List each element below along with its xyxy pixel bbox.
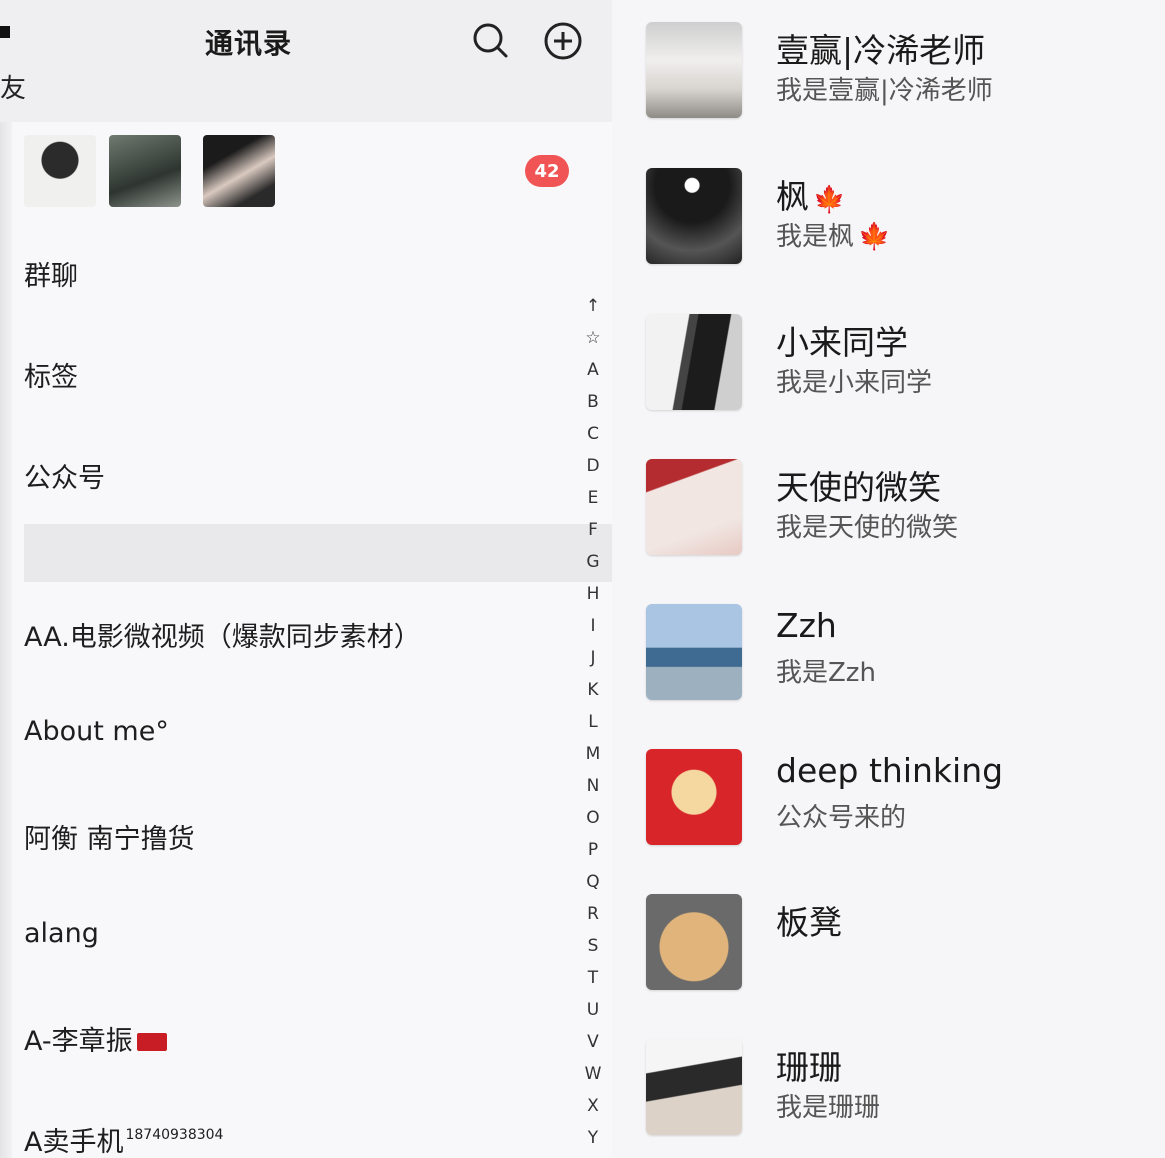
contact-subtitle: 我是Zzh (776, 658, 876, 688)
alphabet-index-letter[interactable]: P (588, 834, 598, 866)
contact-item[interactable]: alang (24, 918, 99, 949)
contact-subtitle: 我是壹赢|冷浠老师 (776, 76, 993, 106)
alphabet-index[interactable]: ↑ ☆ A B C D E F G H I J K L M N O P Q R S T U V W X Y (580, 290, 606, 1150)
menu-item-tags[interactable]: 标签 (24, 355, 78, 394)
list-item[interactable]: 珊珊 我是珊珊 (612, 1017, 1165, 1158)
contact-name: 珊珊 (776, 1048, 842, 1087)
contact-item[interactable]: About me° (24, 716, 169, 747)
alphabet-index-letter[interactable]: ☆ (585, 322, 600, 354)
list-item[interactable]: deep thinking 公众号来的 (612, 727, 1165, 872)
red-flag-icon (136, 1033, 167, 1051)
avatar (646, 168, 742, 264)
contact-name: 枫 (776, 177, 809, 216)
edge-glyph: 友 (0, 74, 27, 104)
contact-name: A-李章振 (24, 1026, 133, 1057)
contact-subtitle: 我是小来同学 (776, 368, 933, 398)
alphabet-index-letter[interactable]: C (587, 418, 599, 450)
alphabet-index-letter[interactable]: K (587, 674, 598, 706)
list-item[interactable]: 枫 🍁 我是枫 🍁 (612, 146, 1165, 291)
list-item[interactable]: 小来同学 我是小来同学 (612, 292, 1165, 437)
alphabet-index-letter[interactable]: Y (588, 1122, 598, 1154)
contact-detail-list: 壹赢|冷浠老师 我是壹赢|冷浠老师 枫 🍁 我是枫 🍁 小来同学 我是小来同学 天使… (612, 0, 1165, 1158)
maple-leaf-icon: 🍁 (858, 222, 891, 252)
add-circle-icon[interactable] (542, 20, 584, 62)
alphabet-index-letter[interactable]: ↑ (586, 290, 600, 322)
menu-item-official-accounts[interactable]: 公众号 (24, 456, 105, 495)
contact-name: A卖手机 (24, 1127, 124, 1158)
alphabet-index-letter[interactable]: I (590, 610, 595, 642)
contact-name: deep thinking (776, 751, 1004, 790)
avatar (646, 894, 742, 990)
alphabet-index-letter[interactable]: D (586, 450, 599, 482)
alphabet-index-letter[interactable]: T (588, 962, 598, 994)
alphabet-index-letter[interactable]: F (588, 514, 598, 546)
alphabet-index-letter[interactable]: M (586, 738, 601, 770)
contact-subtitle-row: 我是枫 🍁 (776, 216, 890, 253)
contact-subtitle: 我是天使的微笑 (776, 513, 959, 543)
alphabet-index-letter[interactable]: A (587, 354, 599, 386)
alphabet-index-letter[interactable]: R (587, 898, 599, 930)
list-item[interactable]: Zzh 我是Zzh (612, 582, 1165, 727)
alphabet-index-letter[interactable]: S (588, 930, 599, 962)
contact-name-row: 枫 🍁 (776, 170, 845, 218)
alphabet-index-letter[interactable]: E (588, 482, 599, 514)
contact-subtitle: 我是珊珊 (776, 1093, 881, 1123)
alphabet-index-letter[interactable]: W (585, 1058, 602, 1090)
header-bar: 友 通讯录 (0, 0, 612, 122)
contact-item[interactable]: A-李章振 (24, 1019, 167, 1058)
contact-subtitle: 我是枫 (776, 222, 855, 252)
avatar (109, 135, 181, 207)
list-item[interactable]: 壹赢|冷浠老师 我是壹赢|冷浠老师 (612, 0, 1165, 145)
contact-item[interactable]: AA.电影微视频（爆款同步素材） (24, 615, 421, 654)
avatar (24, 135, 96, 207)
alphabet-index-letter[interactable]: V (587, 1026, 599, 1058)
avatar (646, 314, 742, 410)
menu-item-group-chat[interactable]: 群聊 (24, 254, 78, 293)
alphabet-index-letter[interactable]: N (587, 770, 600, 802)
contact-name: Zzh (776, 606, 837, 645)
contact-name: 天使的微笑 (776, 468, 941, 507)
avatar (646, 459, 742, 555)
contact-name: 小来同学 (776, 323, 908, 362)
avatar (203, 135, 275, 207)
page-title: 通讯录 (205, 27, 293, 60)
list-item[interactable]: 天使的微笑 我是天使的微笑 (612, 437, 1165, 582)
alphabet-index-letter[interactable]: X (587, 1090, 599, 1122)
avatar (646, 604, 742, 700)
contact-item[interactable]: A卖手机 18740938304 (24, 1120, 223, 1158)
alphabet-index-letter[interactable]: B (587, 386, 599, 418)
edge-marker (0, 26, 10, 38)
contact-item[interactable]: 阿衡 南宁撸货 (24, 817, 195, 856)
alphabet-index-letter[interactable]: G (586, 546, 599, 578)
contacts-panel: 友 通讯录 42 群聊 标签 公众号 AA.电影微视频（爆款同步素材） Abou… (0, 0, 612, 1158)
contact-subtitle: 公众号来的 (776, 803, 907, 833)
alphabet-index-letter[interactable]: J (590, 642, 595, 674)
avatar (646, 749, 742, 845)
new-friends-row[interactable]: 42 (0, 122, 612, 222)
contact-name: 板凳 (776, 903, 842, 942)
maple-leaf-icon: 🍁 (813, 185, 846, 215)
avatar (646, 1039, 742, 1135)
contact-phone: 18740938304 (125, 1127, 224, 1143)
contact-name: 壹赢|冷浠老师 (776, 31, 986, 70)
alphabet-index-letter[interactable]: L (588, 706, 597, 738)
alphabet-index-letter[interactable]: H (587, 578, 600, 610)
alphabet-index-letter[interactable]: O (586, 802, 599, 834)
avatar (646, 22, 742, 118)
alphabet-index-letter[interactable]: Q (586, 866, 599, 898)
unread-badge: 42 (525, 155, 569, 187)
alphabet-index-letter[interactable]: U (587, 994, 599, 1026)
list-item[interactable]: 板凳 (612, 872, 1165, 1017)
search-icon[interactable] (470, 20, 510, 60)
section-divider (24, 524, 612, 582)
